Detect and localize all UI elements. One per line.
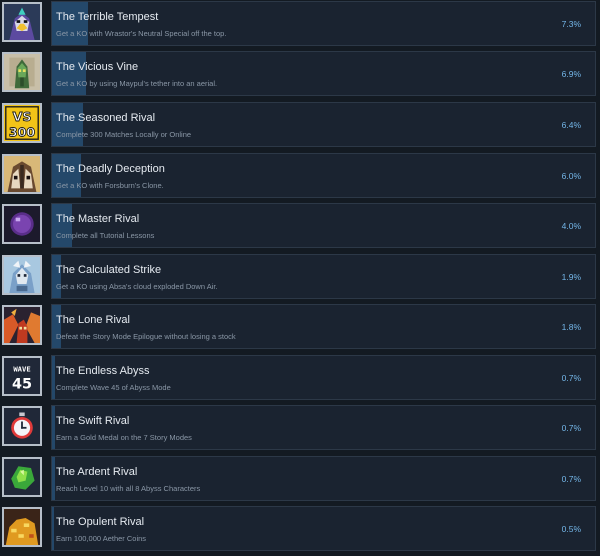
achievement-row-lone-rival[interactable]: The Lone Rival Defeat the Story Mode Epi…	[0, 303, 600, 351]
achievement-title: The Opulent Rival	[56, 516, 145, 528]
forsburn-portrait-icon	[2, 154, 42, 194]
unlock-percentage: 1.9%	[561, 272, 581, 282]
unlock-percentage: 0.5%	[561, 524, 581, 534]
achievement-description: Earn a Gold Medal on the 7 Story Modes	[56, 433, 192, 442]
wave-number-text: 45	[12, 377, 32, 393]
achievement-description: Get a KO with Forsburn's Clone.	[56, 181, 164, 190]
achievement-description: Defeat the Story Mode Epilogue without l…	[56, 332, 236, 341]
lone-rival-portrait-icon	[2, 305, 42, 345]
wave-text: WAVE	[13, 365, 30, 374]
achievement-row-deadly-deception[interactable]: The Deadly Deception Get a KO with Forsb…	[0, 152, 600, 200]
achievement-row-opulent-rival[interactable]: The Opulent Rival Earn 100,000 Aether Co…	[0, 505, 600, 553]
achievement-title: The Terrible Tempest	[56, 11, 159, 23]
achievement-description: Complete all Tutorial Lessons	[56, 231, 155, 240]
achievement-title: The Calculated Strike	[56, 264, 162, 276]
progress-fill	[52, 406, 56, 449]
achievement-title: The Master Rival	[56, 213, 140, 225]
unlock-percentage: 6.4%	[561, 120, 581, 130]
unlock-percentage: 0.7%	[561, 373, 581, 383]
300-text: 300	[9, 125, 36, 140]
stopwatch-icon	[2, 406, 42, 446]
achievement-title: The Seasoned Rival	[56, 112, 156, 124]
unlock-percentage: 0.7%	[561, 423, 581, 433]
purple-orb-icon	[2, 204, 42, 244]
achievement-description: Complete 300 Matches Locally or Online	[56, 130, 192, 139]
progress-fill	[52, 356, 56, 399]
achievement-card: The Terrible Tempest Get a KO with Wrast…	[51, 1, 596, 46]
wrastor-portrait-icon	[2, 2, 42, 42]
unlock-percentage: 7.3%	[561, 19, 581, 29]
green-crystal-icon	[2, 457, 42, 497]
achievement-card: The Calculated Strike Get a KO using Abs…	[51, 254, 596, 299]
achievement-row-master-rival[interactable]: The Master Rival Complete all Tutorial L…	[0, 202, 600, 250]
achievement-description: Complete Wave 45 of Abyss Mode	[56, 383, 171, 392]
achievement-card: The Vicious Vine Get a KO by using Maypu…	[51, 51, 596, 96]
achievement-row-calculated-strike[interactable]: The Calculated Strike Get a KO using Abs…	[0, 253, 600, 301]
unlock-percentage: 1.8%	[561, 322, 581, 332]
achievement-card: The Lone Rival Defeat the Story Mode Epi…	[51, 304, 596, 349]
maypul-portrait-icon	[2, 52, 42, 92]
achievement-list: The Terrible Tempest Get a KO with Wrast…	[0, 0, 600, 556]
progress-fill	[52, 457, 56, 500]
unlock-percentage: 4.0%	[561, 221, 581, 231]
achievement-row-terrible-tempest[interactable]: The Terrible Tempest Get a KO with Wrast…	[0, 0, 600, 48]
achievement-title: The Lone Rival	[56, 314, 130, 326]
achievement-row-vicious-vine[interactable]: The Vicious Vine Get a KO by using Maypu…	[0, 50, 600, 98]
achievement-card: The Endless Abyss Complete Wave 45 of Ab…	[51, 355, 596, 400]
unlock-percentage: 6.9%	[561, 69, 581, 79]
achievement-description: Get a KO with Wrastor's Neutral Special …	[56, 29, 227, 38]
achievement-title: The Endless Abyss	[56, 365, 150, 377]
achievement-row-seasoned-rival[interactable]: VS 300 The Seasoned Rival Complete 300 M…	[0, 101, 600, 149]
treasure-pile-icon	[2, 507, 42, 547]
wave-45-icon: WAVE 45	[2, 356, 42, 396]
achievement-title: The Deadly Deception	[56, 163, 165, 175]
achievement-title: The Vicious Vine	[56, 61, 139, 73]
achievement-card: The Swift Rival Earn a Gold Medal on the…	[51, 405, 596, 450]
achievement-row-ardent-rival[interactable]: The Ardent Rival Reach Level 10 with all…	[0, 455, 600, 503]
achievement-row-swift-rival[interactable]: The Swift Rival Earn a Gold Medal on the…	[0, 404, 600, 452]
absa-portrait-icon	[2, 255, 42, 295]
achievement-card: The Opulent Rival Earn 100,000 Aether Co…	[51, 506, 596, 551]
achievement-title: The Ardent Rival	[56, 466, 138, 478]
progress-fill	[52, 507, 55, 550]
achievement-card: The Seasoned Rival Complete 300 Matches …	[51, 102, 596, 147]
vs-text: VS	[13, 109, 32, 124]
achievement-card: The Ardent Rival Reach Level 10 with all…	[51, 456, 596, 501]
achievement-description: Get a KO by using Maypul's tether into a…	[56, 79, 218, 88]
achievement-description: Get a KO using Absa's cloud exploded Dow…	[56, 282, 218, 291]
achievement-description: Reach Level 10 with all 8 Abyss Characte…	[56, 484, 201, 493]
unlock-percentage: 6.0%	[561, 171, 581, 181]
achievement-card: The Deadly Deception Get a KO with Forsb…	[51, 153, 596, 198]
achievement-card: The Master Rival Complete all Tutorial L…	[51, 203, 596, 248]
achievement-title: The Swift Rival	[56, 415, 130, 427]
achievement-row-endless-abyss[interactable]: WAVE 45 The Endless Abyss Complete Wave …	[0, 354, 600, 402]
achievement-description: Earn 100,000 Aether Coins	[56, 534, 147, 543]
unlock-percentage: 0.7%	[561, 474, 581, 484]
vs-300-icon: VS 300	[2, 103, 42, 143]
